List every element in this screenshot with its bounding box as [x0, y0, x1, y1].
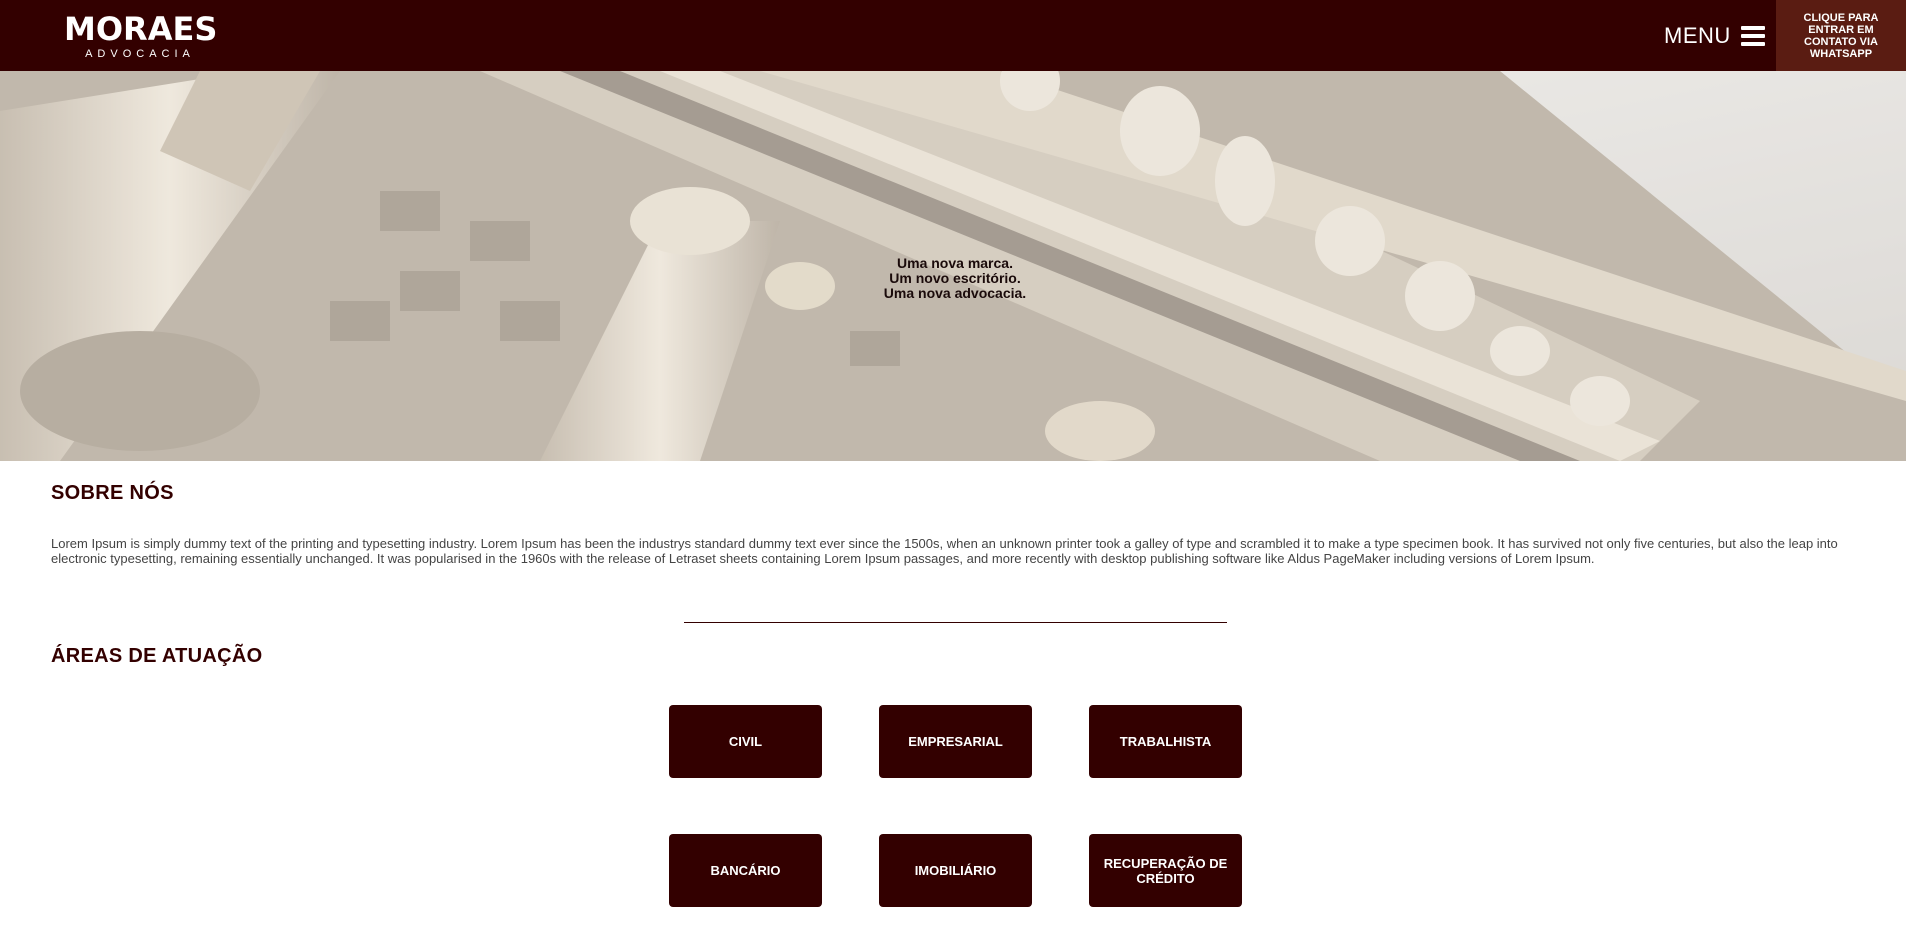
hero-line-1: Uma nova marca. [897, 255, 1013, 271]
hero-banner: Uma nova marca. Um novo escritório. Uma … [0, 71, 1906, 461]
logo-main-text: MORAES [64, 10, 218, 48]
area-civil-button[interactable]: CIVIL [669, 705, 822, 778]
areas-title: ÁREAS DE ATUAÇÃO [51, 645, 263, 667]
whatsapp-contact-button[interactable]: CLIQUE PARA ENTRAR EM CONTATO VIA WHATSA… [1776, 0, 1906, 71]
logo-sub-text: ADVOCACIA [85, 48, 195, 60]
menu-button[interactable]: MENU [1664, 20, 1765, 52]
section-divider [684, 622, 1227, 623]
hero-tagline: Uma nova marca. Um novo escritório. Uma … [855, 256, 1055, 301]
menu-label: MENU [1664, 23, 1731, 48]
hamburger-icon [1740, 26, 1765, 46]
about-text: Lorem Ipsum is simply dummy text of the … [51, 536, 1838, 566]
hero-line-2: Um novo escritório. [889, 270, 1021, 286]
area-imobiliario-button[interactable]: IMOBILIÁRIO [879, 834, 1032, 907]
logo[interactable]: MORAES ADVOCACIA [64, 10, 218, 60]
area-trabalhista-button[interactable]: TRABALHISTA [1089, 705, 1242, 778]
area-bancario-button[interactable]: BANCÁRIO [669, 834, 822, 907]
hero-line-3: Uma nova advocacia. [883, 285, 1027, 301]
area-recuperacao-credito-button[interactable]: RECUPERAÇÃO DE CRÉDITO [1089, 834, 1242, 907]
area-empresarial-button[interactable]: EMPRESARIAL [879, 705, 1032, 778]
about-title: SOBRE NÓS [51, 482, 174, 504]
site-header: MORAES ADVOCACIA MENU CLIQUE PARA ENTRAR… [0, 0, 1906, 71]
